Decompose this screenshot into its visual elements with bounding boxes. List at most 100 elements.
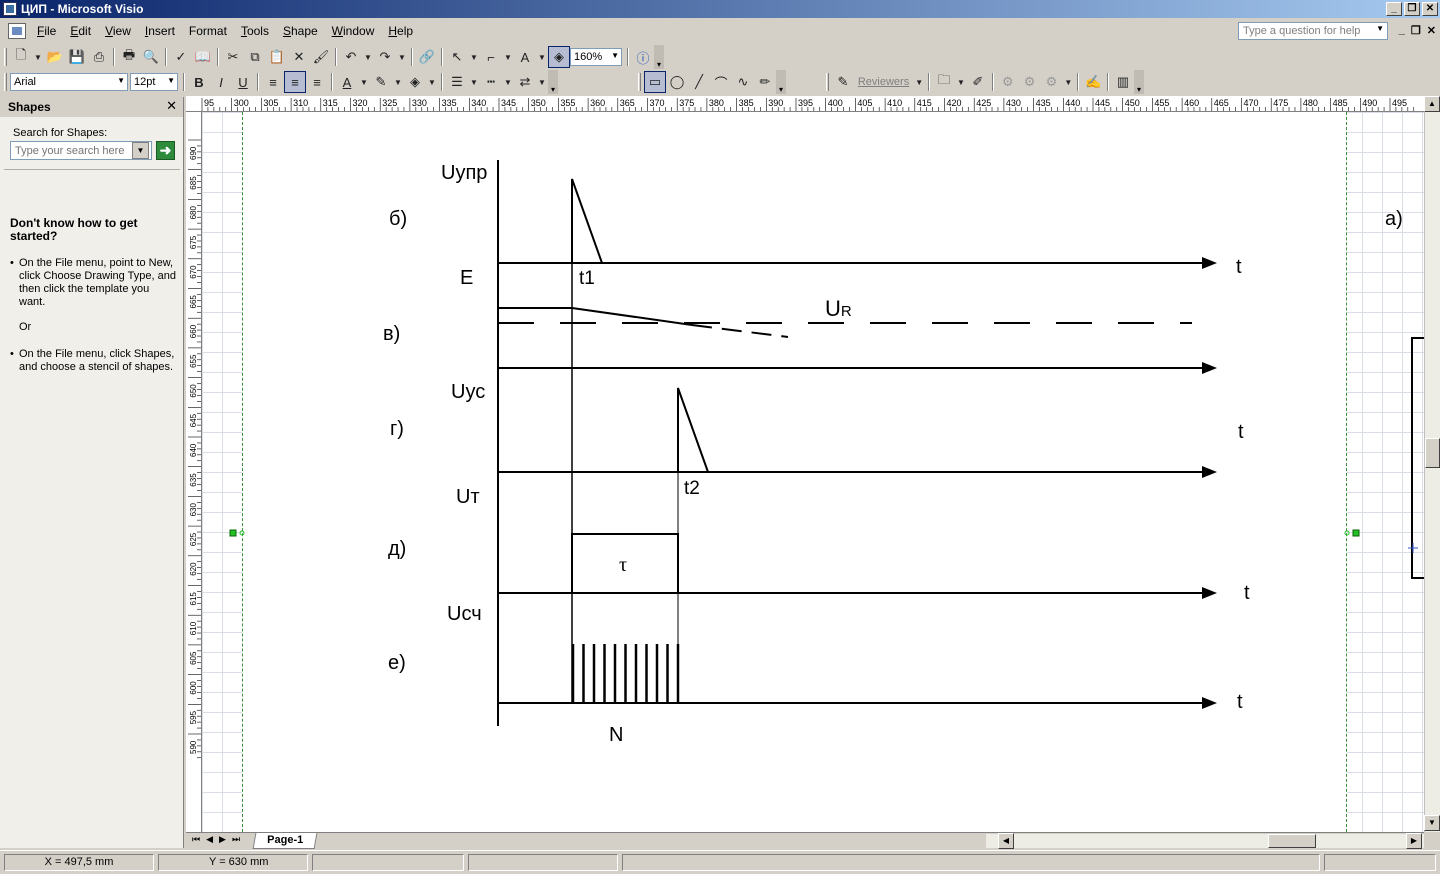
font-select[interactable]: Arial ▼ xyxy=(10,73,128,91)
zoom-select[interactable]: 160% ▼ xyxy=(570,48,622,66)
chevron-down-icon[interactable]: ▼ xyxy=(1376,24,1384,33)
menu-help[interactable]: Help xyxy=(381,24,420,38)
menu-file[interactable]: File xyxy=(30,24,63,38)
comparator-pulse[interactable] xyxy=(677,387,709,473)
italic-icon[interactable]: I xyxy=(210,71,232,93)
selection-handle[interactable] xyxy=(1352,529,1360,537)
chevron-down-icon[interactable]: ▼ xyxy=(502,46,514,68)
chevron-down-icon[interactable]: ▼ xyxy=(955,71,967,93)
chevron-down-icon[interactable]: ▼ xyxy=(502,71,514,93)
chevron-down-icon[interactable]: ▼ xyxy=(536,71,548,93)
font-size-select[interactable]: 12pt ▼ xyxy=(130,73,178,91)
count-pulse-train[interactable] xyxy=(571,644,680,703)
toolbar-grip[interactable] xyxy=(4,73,7,91)
close-button[interactable]: ✕ xyxy=(1422,2,1438,16)
offpage-bracket-shape[interactable] xyxy=(1411,337,1424,579)
arc-tool-icon[interactable]: ⌒ xyxy=(710,71,732,93)
edit-icon[interactable]: ✍ xyxy=(1082,71,1104,93)
axis-row-g[interactable] xyxy=(498,466,1217,478)
freeform-tool-icon[interactable]: ∿ xyxy=(732,71,754,93)
close-icon[interactable]: ✕ xyxy=(166,98,177,114)
text-tool-icon[interactable]: A xyxy=(514,46,536,68)
chevron-down-icon[interactable]: ▼ xyxy=(362,46,374,68)
menu-window[interactable]: Window xyxy=(325,24,382,38)
previous-icon[interactable]: ⚙ xyxy=(997,71,1019,93)
toolbar-options-icon[interactable]: ▾ xyxy=(548,70,558,94)
chevron-down-icon[interactable]: ▼ xyxy=(132,142,149,159)
horizontal-scroll-thumb[interactable] xyxy=(1268,834,1316,848)
chevron-down-icon[interactable]: ▼ xyxy=(611,51,619,60)
line-pattern-icon[interactable]: ┅ xyxy=(480,71,502,93)
ramp-extension[interactable] xyxy=(691,324,789,338)
track-markup-icon[interactable]: ✎ xyxy=(832,71,854,93)
scroll-left-icon[interactable]: ◀ xyxy=(998,833,1014,849)
toolbar-options-icon[interactable]: ▾ xyxy=(654,45,664,69)
doc-minimize-button[interactable]: _ xyxy=(1399,24,1405,37)
chevron-down-icon[interactable]: ▼ xyxy=(392,71,404,93)
menu-view[interactable]: View xyxy=(98,24,138,38)
cut-icon[interactable]: ✂ xyxy=(222,46,244,68)
drawing-canvas[interactable]: б) в) г) д) е) а) Uупр E Uус Uт Uсч t t … xyxy=(202,112,1424,832)
scroll-down-icon[interactable]: ▼ xyxy=(1424,815,1440,831)
axis-row-b[interactable] xyxy=(498,257,1217,269)
axis-row-v[interactable] xyxy=(498,362,1217,374)
undo-icon[interactable]: ↶ xyxy=(340,46,362,68)
search-go-button[interactable]: ➜ xyxy=(156,141,175,160)
print-preview-icon[interactable]: 🔍 xyxy=(140,46,162,68)
horizontal-ruler[interactable]: 95 300 305 310 315 320 325 330 335 340 345 350 355 36… xyxy=(186,96,1424,112)
fill-color-icon[interactable]: ◈ xyxy=(404,71,426,93)
document-icon[interactable] xyxy=(8,23,26,39)
line-tool-icon[interactable]: ╱ xyxy=(688,71,710,93)
doc-close-button[interactable]: ✕ xyxy=(1427,24,1436,37)
shapes-window-icon[interactable]: ◈ xyxy=(548,46,570,68)
search-shapes-input[interactable] xyxy=(10,141,152,160)
first-page-icon[interactable]: ⏮ xyxy=(192,834,200,845)
chevron-down-icon[interactable]: ▼ xyxy=(426,71,438,93)
line-color-icon[interactable]: ✎ xyxy=(370,71,392,93)
vertical-ruler[interactable]: 690 685 680 675 670 665 660 655 650 645 640 635 630 6… xyxy=(186,112,202,832)
chevron-down-icon[interactable]: ▼ xyxy=(396,46,408,68)
chevron-down-icon[interactable]: ▼ xyxy=(913,71,925,93)
chevron-down-icon[interactable]: ▼ xyxy=(536,46,548,68)
restore-button[interactable]: ❐ xyxy=(1404,2,1420,16)
visio-app-icon[interactable] xyxy=(3,2,17,16)
toolbar-options-icon[interactable]: ▾ xyxy=(1134,70,1144,94)
rectangle-tool-icon[interactable]: ▭ xyxy=(644,71,666,93)
scroll-up-icon[interactable]: ▲ xyxy=(1424,96,1440,112)
delete-icon[interactable]: ✕ xyxy=(288,46,310,68)
chevron-down-icon[interactable]: ▼ xyxy=(32,46,44,68)
permission-icon[interactable]: ⎙ xyxy=(88,46,110,68)
insert-hyperlink-icon[interactable]: 🔗 xyxy=(416,46,438,68)
next-icon[interactable]: ⚙ xyxy=(1019,71,1041,93)
connector-tool-icon[interactable]: ⌐ xyxy=(480,46,502,68)
horizontal-scrollbar[interactable]: ◀ ▶ xyxy=(986,833,1424,849)
next-page-icon[interactable]: ▶ xyxy=(219,834,226,845)
menu-shape[interactable]: Shape xyxy=(276,24,325,38)
last-page-icon[interactable]: ⏭ xyxy=(232,834,240,845)
selection-handle[interactable] xyxy=(229,529,237,537)
ink-icon[interactable]: ✐ xyxy=(967,71,989,93)
font-color-icon[interactable]: A xyxy=(336,71,358,93)
menu-insert[interactable]: Insert xyxy=(138,24,182,38)
chevron-down-icon[interactable]: ▼ xyxy=(358,71,370,93)
redo-icon[interactable]: ↷ xyxy=(374,46,396,68)
line-weight-icon[interactable]: ☰ xyxy=(446,71,468,93)
pencil-tool-icon[interactable]: ✏ xyxy=(754,71,776,93)
doc-restore-button[interactable]: ❐ xyxy=(1411,24,1421,37)
spelling-icon[interactable]: ✓ xyxy=(170,46,192,68)
chevron-down-icon[interactable]: ▼ xyxy=(167,76,175,85)
open-icon[interactable]: 📂 xyxy=(44,46,66,68)
minimize-button[interactable]: _ xyxy=(1386,2,1402,16)
tab-page-1[interactable]: Page-1 xyxy=(252,833,318,849)
prev-page-icon[interactable]: ◀ xyxy=(206,834,213,845)
vertical-scrollbar[interactable]: ▲ ▼ xyxy=(1424,96,1440,832)
ellipse-tool-icon[interactable]: ◯ xyxy=(666,71,688,93)
help-icon[interactable]: ⓘ xyxy=(632,46,654,68)
print-icon[interactable]: 🖶 xyxy=(118,46,140,68)
insert-comment-icon[interactable]: 🗀 xyxy=(933,71,955,93)
chevron-down-icon[interactable]: ▼ xyxy=(1062,71,1074,93)
menu-edit[interactable]: Edit xyxy=(63,24,98,38)
chevron-down-icon[interactable]: ▼ xyxy=(117,76,125,85)
format-painter-icon[interactable]: 🖌 xyxy=(310,46,332,68)
control-pulse[interactable] xyxy=(571,178,603,264)
